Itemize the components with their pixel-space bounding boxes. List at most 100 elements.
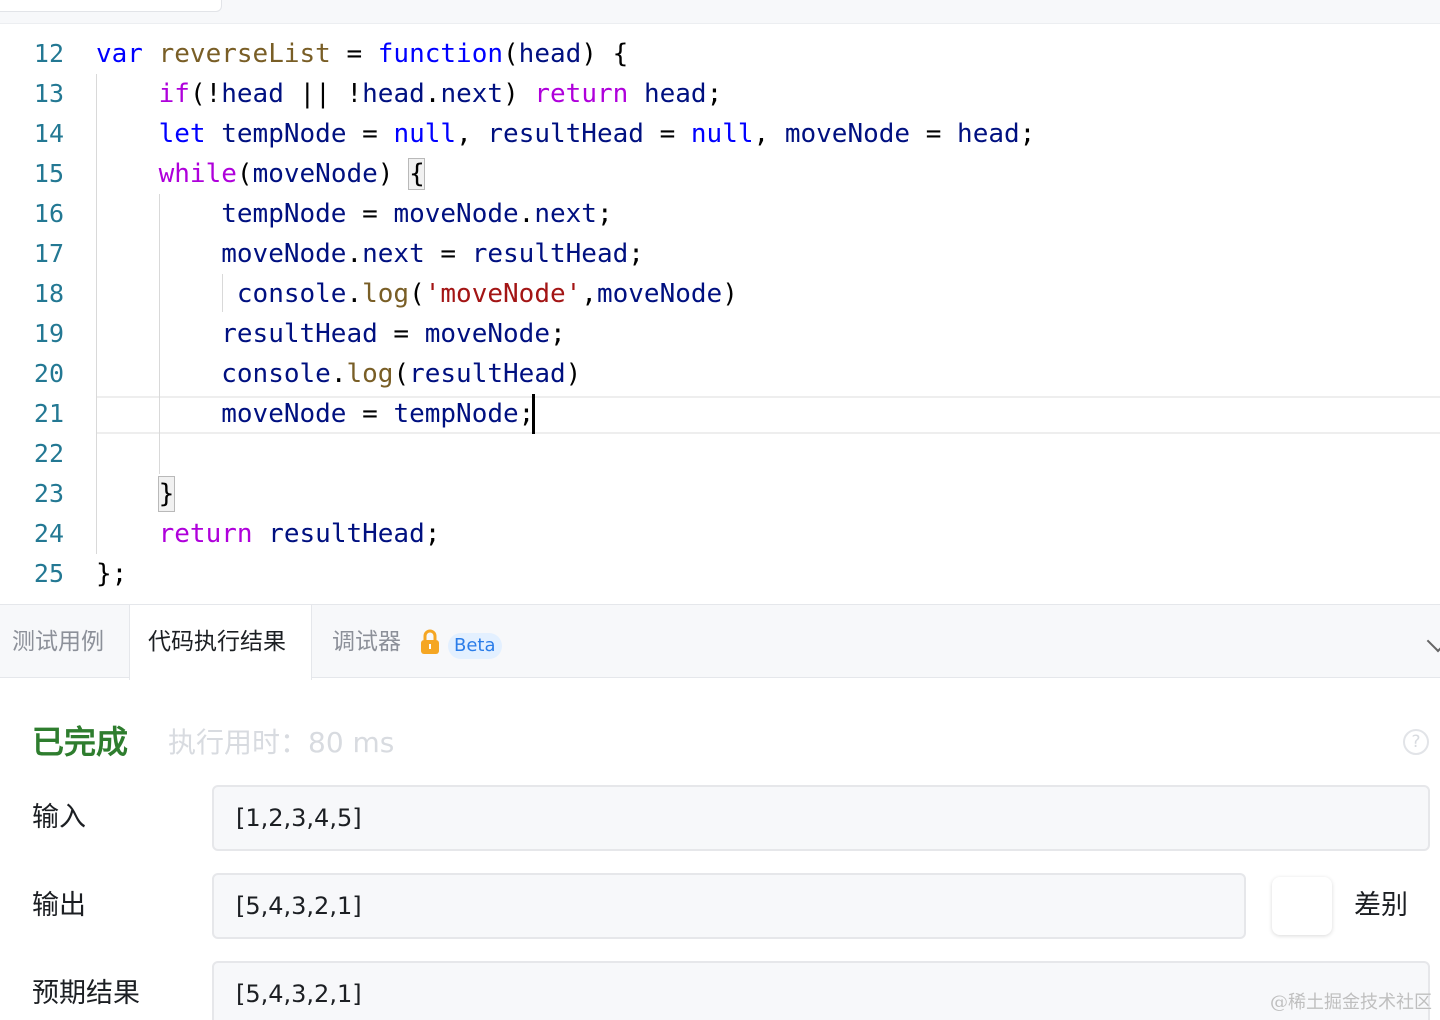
- editor-file-tab[interactable]: [0, 0, 222, 12]
- code-token: moveNode: [784, 119, 911, 149]
- beta-badge: Beta: [448, 633, 502, 659]
- code-token: resultHead: [221, 319, 378, 349]
- expected-label: 预期结果: [32, 978, 140, 1009]
- tab-debugger[interactable]: 调试器: [332, 605, 401, 679]
- code-token: ): [503, 79, 535, 109]
- code-text: return resultHead;: [96, 514, 441, 554]
- code-line[interactable]: 22: [0, 434, 1440, 474]
- code-line[interactable]: 16 tempNode = moveNode.next;: [0, 194, 1440, 234]
- code-token: null: [393, 119, 457, 149]
- code-token: return: [158, 519, 253, 549]
- code-token: var: [96, 39, 143, 69]
- code-token: null: [690, 119, 754, 149]
- code-token: =: [424, 239, 472, 269]
- code-token: .: [330, 359, 347, 389]
- code-token: =: [346, 199, 394, 229]
- code-token: 'moveNode': [424, 279, 582, 309]
- expected-value: [5,4,3,2,1]: [212, 961, 1430, 1020]
- code-token: ;: [549, 319, 566, 349]
- code-token: function: [377, 39, 504, 69]
- diff-toggle[interactable]: [1272, 877, 1332, 935]
- tab-result[interactable]: 代码执行结果: [129, 605, 312, 680]
- line-number: 22: [33, 439, 64, 468]
- code-text: while(moveNode) {: [96, 154, 425, 194]
- code-line[interactable]: 24 return resultHead;: [0, 514, 1440, 554]
- code-token: console: [221, 359, 331, 389]
- code-token: while: [158, 159, 237, 189]
- line-number: 16: [33, 199, 64, 228]
- text-cursor: [532, 394, 535, 434]
- line-number: 20: [33, 359, 64, 388]
- output-value: [5,4,3,2,1]: [212, 873, 1246, 939]
- code-text: resultHead = moveNode;: [96, 314, 566, 354]
- code-token: head: [518, 39, 582, 69]
- input-label: 输入: [32, 802, 86, 833]
- code-token: tempNode: [221, 119, 347, 149]
- code-token: resultHead: [268, 519, 425, 549]
- code-line[interactable]: 17 moveNode.next = resultHead;: [0, 234, 1440, 274]
- code-token: (: [409, 279, 425, 309]
- code-line[interactable]: 12 var reverseList = function(head) {: [0, 34, 1440, 74]
- code-token: .: [346, 239, 363, 269]
- code-token: (: [503, 39, 519, 69]
- code-token: ) {: [581, 39, 629, 69]
- watermark: @稀土掘金技术社区: [1270, 992, 1432, 1013]
- code-token: ;: [706, 79, 723, 109]
- lock-icon: [421, 629, 439, 654]
- code-token: head: [221, 79, 284, 109]
- code-line[interactable]: 15 while(moveNode) {: [0, 154, 1440, 194]
- code-line[interactable]: 21 moveNode = tempNode;: [0, 394, 1440, 434]
- code-token: =: [346, 399, 394, 429]
- code-token: next: [440, 79, 504, 109]
- code-token: };: [96, 559, 128, 589]
- code-editor[interactable]: 12 var reverseList = function(head) {13 i…: [0, 24, 1440, 604]
- code-token: }: [96, 479, 175, 509]
- code-token: log: [346, 359, 394, 389]
- output-label: 输出: [32, 890, 86, 921]
- code-text: console.log('moveNode',moveNode): [96, 274, 738, 314]
- code-token: || !: [283, 79, 363, 109]
- code-line[interactable]: 25};: [0, 554, 1440, 594]
- code-token: console: [236, 279, 347, 309]
- tab-result-label: 代码执行结果: [148, 629, 286, 655]
- chevron-down-icon[interactable]: [1426, 629, 1440, 653]
- tab-test-cases[interactable]: 测试用例: [12, 605, 104, 679]
- line-number: 12: [33, 39, 64, 68]
- code-token: =: [643, 119, 691, 149]
- code-line[interactable]: 18 console.log('moveNode',moveNode): [0, 274, 1440, 314]
- code-token: moveNode: [221, 399, 347, 429]
- code-token: (: [393, 359, 410, 389]
- code-text: moveNode = tempNode;: [96, 394, 534, 434]
- code-text: moveNode.next = resultHead;: [96, 234, 644, 274]
- result-tabbar: 测试用例 代码执行结果 调试器 Beta: [0, 604, 1440, 680]
- line-number: 18: [33, 279, 64, 308]
- line-number: 14: [33, 119, 64, 148]
- code-token: tempNode: [221, 199, 347, 229]
- code-token: moveNode: [221, 239, 347, 269]
- code-token: next: [534, 199, 597, 229]
- code-text: var reverseList = function(head) {: [96, 34, 628, 74]
- code-line[interactable]: 13 if(!head || !head.next) return head;: [0, 74, 1440, 114]
- code-line[interactable]: 20 console.log(resultHead): [0, 354, 1440, 394]
- line-number: 21: [33, 399, 64, 428]
- code-token: =: [346, 119, 394, 149]
- code-line[interactable]: 23 }: [0, 474, 1440, 514]
- code-token: log: [362, 279, 410, 309]
- help-icon[interactable]: ?: [1403, 729, 1429, 755]
- code-text: };: [96, 554, 127, 594]
- code-token: tempNode: [393, 399, 519, 429]
- code-line[interactable]: 19 resultHead = moveNode;: [0, 314, 1440, 354]
- code-token: (: [236, 159, 253, 189]
- code-text: let tempNode = null, resultHead = null, …: [96, 114, 1036, 154]
- code-text: tempNode = moveNode.next;: [96, 194, 612, 234]
- code-line[interactable]: 14 let tempNode = null, resultHead = nul…: [0, 114, 1440, 154]
